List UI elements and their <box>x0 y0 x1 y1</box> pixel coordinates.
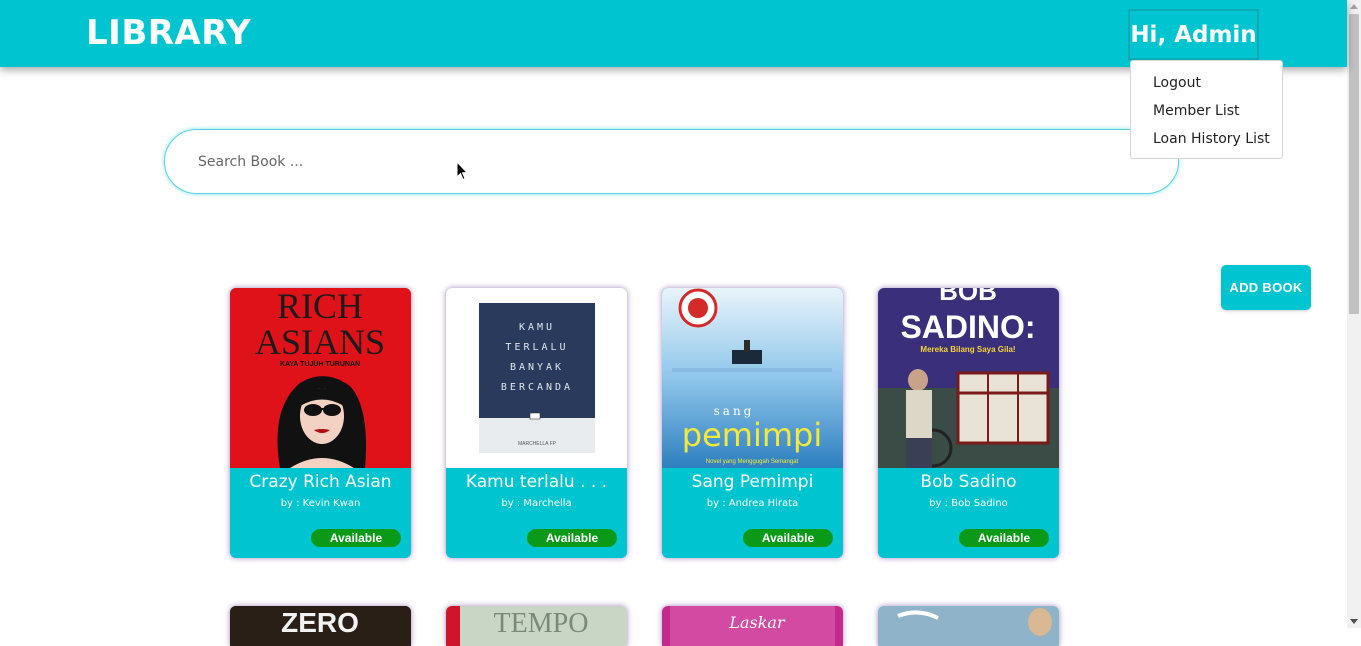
book-title: Bob Sadino <box>920 472 1017 492</box>
book-title: Crazy Rich Asian <box>249 472 392 492</box>
book-title: Kamu terlalu . . . <box>465 472 608 492</box>
menu-item-loan-history[interactable]: Loan History List <box>1131 125 1282 153</box>
book-cover-image: sang pemimpi Novel yang Menggugah Semang… <box>662 288 843 468</box>
svg-text:KAMU: KAMU <box>519 322 555 333</box>
svg-text:Laskar: Laskar <box>728 613 786 632</box>
book-card[interactable]: Laskar <box>662 606 843 646</box>
book-author: by : Andrea Hirata <box>706 498 799 509</box>
book-card[interactable]: ZERO <box>230 606 411 646</box>
page-scrollbar[interactable] <box>1347 0 1361 628</box>
svg-text:MARCHELLA FP: MARCHELLA FP <box>518 441 557 447</box>
svg-text:SADINO:: SADINO: <box>900 309 1035 345</box>
book-card[interactable]: RICH ASIANS KAYA TUJUH TURUNAN Crazy Ric… <box>230 288 411 558</box>
svg-text:BANYAK: BANYAK <box>510 362 564 373</box>
book-cover-image: Laskar <box>662 606 843 646</box>
status-badge: Available <box>311 529 401 547</box>
book-cover-image: RICH ASIANS KAYA TUJUH TURUNAN <box>230 288 411 468</box>
svg-text:ASIANS: ASIANS <box>255 322 385 362</box>
svg-text:BOB: BOB <box>939 288 997 306</box>
search-bar <box>164 129 1179 194</box>
user-menu-button[interactable]: Hi, Admin <box>1128 9 1259 60</box>
book-title: Sang Pemimpi <box>691 472 814 492</box>
svg-text:TERLALU: TERLALU <box>505 342 568 353</box>
status-badge: Available <box>959 529 1049 547</box>
user-dropdown-menu: Logout Member List Loan History List <box>1130 60 1283 159</box>
book-card[interactable]: KAMU TERLALU BANYAK BERCANDA MARCHELLA F… <box>446 288 627 558</box>
menu-item-logout[interactable]: Logout <box>1131 69 1282 97</box>
search-input[interactable] <box>198 130 1098 193</box>
book-cover-image <box>878 606 1059 646</box>
mouse-cursor-icon <box>456 161 468 181</box>
book-cover-image: ZERO <box>230 606 411 646</box>
book-card[interactable]: BOB SADINO: Mereka Bilang Saya Gila! Bob… <box>878 288 1059 558</box>
book-cover-image: BOB SADINO: Mereka Bilang Saya Gila! <box>878 288 1059 468</box>
book-author: by : Kevin Kwan <box>280 498 361 509</box>
svg-text:RICH: RICH <box>277 288 363 326</box>
menu-item-member-list[interactable]: Member List <box>1131 97 1282 125</box>
scroll-up-icon[interactable] <box>1350 4 1358 9</box>
svg-text:TEMPO: TEMPO <box>494 608 589 639</box>
add-book-button[interactable]: ADD BOOK <box>1221 265 1311 310</box>
svg-text:KAYA TUJUH TURUNAN: KAYA TUJUH TURUNAN <box>280 361 360 368</box>
book-card[interactable]: sang pemimpi Novel yang Menggugah Semang… <box>662 288 843 558</box>
top-navbar: LIBRARY Hi, Admin <box>0 0 1347 67</box>
book-card[interactable]: TEMPO <box>446 606 627 646</box>
book-author: by : Marchella <box>501 498 572 509</box>
status-badge: Available <box>743 529 833 547</box>
status-badge: Available <box>527 529 617 547</box>
svg-text:Mereka Bilang Saya Gila!: Mereka Bilang Saya Gila! <box>920 345 1015 354</box>
scroll-down-icon[interactable] <box>1350 619 1358 624</box>
book-author: by : Bob Sadino <box>929 498 1008 509</box>
book-card[interactable] <box>878 606 1059 646</box>
svg-text:BERCANDA: BERCANDA <box>501 382 573 393</box>
scrollbar-thumb[interactable] <box>1349 14 1359 314</box>
svg-text:Novel yang Menggugah Semangat: Novel yang Menggugah Semangat <box>706 459 799 465</box>
brand-logo[interactable]: LIBRARY <box>86 13 251 53</box>
book-cover-image: KAMU TERLALU BANYAK BERCANDA MARCHELLA F… <box>446 288 627 468</box>
svg-text:pemimpi: pemimpi <box>682 416 822 454</box>
book-cover-image: TEMPO <box>446 606 627 646</box>
svg-text:ZERO: ZERO <box>281 607 359 638</box>
